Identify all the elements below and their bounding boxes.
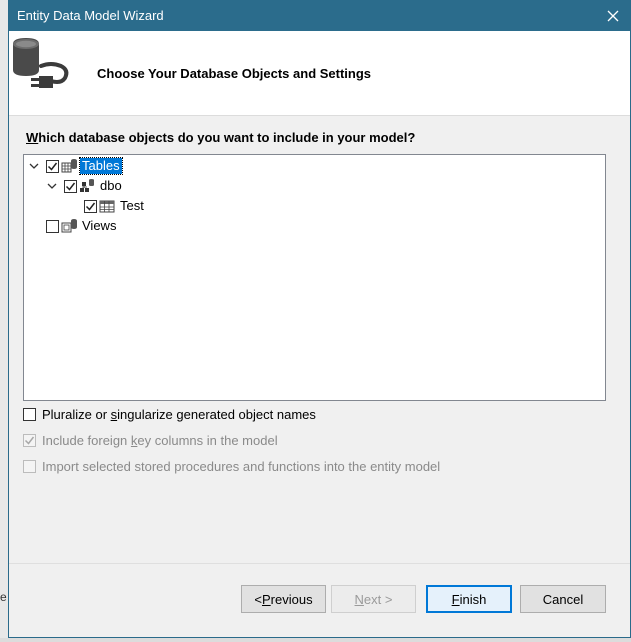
tables-icon — [61, 158, 77, 174]
tree-prompt-mnemonic: W — [26, 130, 39, 145]
foreign-keys-checkbox — [23, 434, 36, 447]
test-checkbox[interactable] — [84, 199, 97, 213]
chevron-down-icon[interactable] — [28, 160, 40, 172]
cancel-button[interactable]: Cancel — [520, 585, 606, 613]
database-objects-tree[interactable]: Tables dbo Test Views — [23, 154, 606, 401]
wizard-header: Choose Your Database Objects and Setting… — [9, 31, 630, 116]
tree-node-label[interactable]: Test — [118, 198, 146, 214]
next-button: Next > — [331, 585, 416, 613]
table-grid-icon — [99, 198, 115, 214]
pluralize-label[interactable]: Pluralize or singularize generated objec… — [42, 407, 316, 422]
chevron-down-icon[interactable] — [46, 180, 58, 192]
tree-node-views[interactable]: Views — [46, 217, 118, 235]
wizard-dialog: Entity Data Model Wizard Choose Your Dat… — [8, 0, 631, 638]
page-title: Choose Your Database Objects and Setting… — [97, 66, 372, 81]
tree-node-tables[interactable]: Tables — [28, 157, 123, 175]
pluralize-checkbox[interactable] — [23, 408, 36, 421]
close-icon — [607, 10, 619, 21]
stored-procs-checkbox — [23, 460, 36, 473]
background-partial-text: e — [0, 590, 7, 604]
schema-icon — [79, 178, 95, 194]
previous-button[interactable]: < Previous — [241, 585, 326, 613]
foreign-keys-option: Include foreign key columns in the model — [23, 433, 278, 448]
footer-divider — [9, 563, 630, 564]
database-plug-icon — [13, 38, 69, 88]
tree-prompt-text: hich database objects do you want to inc… — [38, 130, 416, 145]
tree-node-test[interactable]: Test — [84, 197, 146, 215]
background-window — [0, 0, 8, 642]
close-button[interactable] — [596, 0, 630, 31]
dbo-checkbox[interactable] — [64, 179, 77, 193]
tree-node-label[interactable]: Views — [80, 218, 118, 234]
pluralize-option[interactable]: Pluralize or singularize generated objec… — [23, 407, 316, 422]
finish-button[interactable]: Finish — [426, 585, 512, 613]
window-title: Entity Data Model Wizard — [17, 8, 164, 23]
views-icon — [61, 218, 77, 234]
foreign-keys-label: Include foreign key columns in the model — [42, 433, 278, 448]
title-bar[interactable]: Entity Data Model Wizard — [9, 0, 630, 31]
tables-checkbox[interactable] — [46, 159, 59, 173]
tree-prompt: Which database objects do you want to in… — [26, 130, 415, 145]
tree-node-label[interactable]: dbo — [98, 178, 124, 194]
views-checkbox[interactable] — [46, 219, 59, 233]
tree-node-dbo[interactable]: dbo — [46, 177, 124, 195]
stored-procs-option: Import selected stored procedures and fu… — [23, 459, 440, 474]
tree-node-label[interactable]: Tables — [79, 157, 123, 175]
background-strip — [0, 638, 631, 642]
stored-procs-label: Import selected stored procedures and fu… — [42, 459, 441, 474]
